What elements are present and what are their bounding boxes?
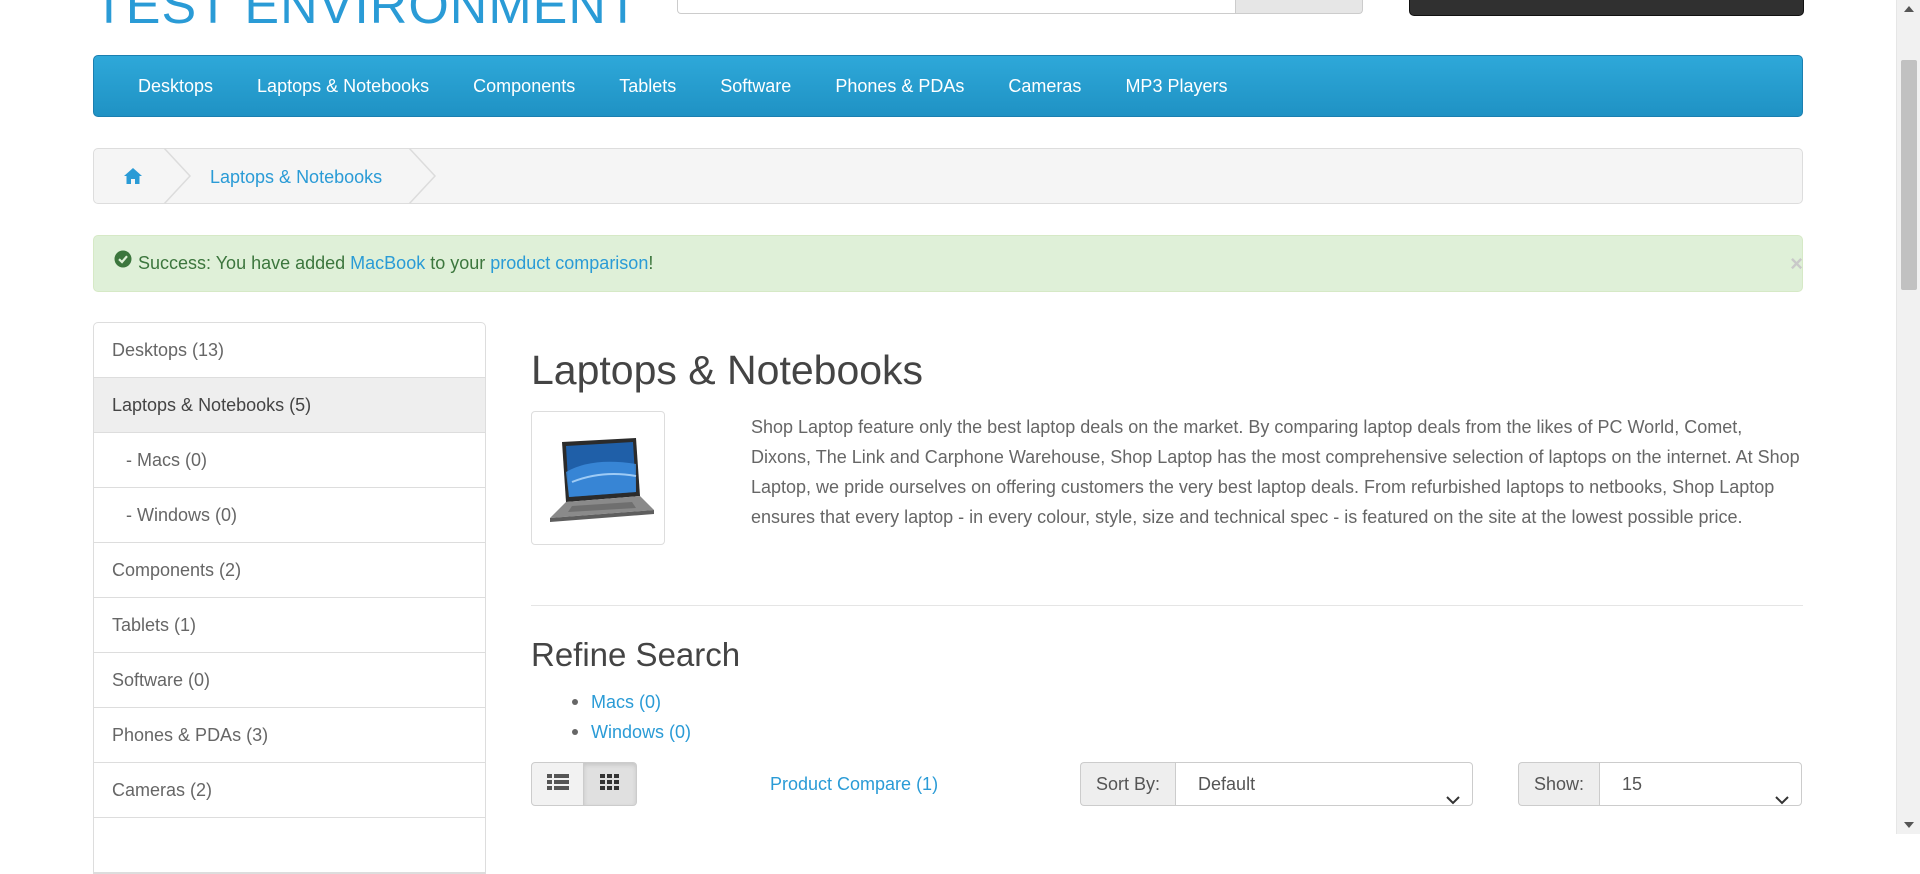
sort-control: Sort By: Default [1080, 762, 1474, 806]
refine-search-list: Macs (0) Windows (0) [555, 687, 691, 747]
show-label: Show: [1518, 762, 1600, 806]
search-input[interactable] [677, 0, 1237, 14]
nav-item-components[interactable]: Components [451, 55, 597, 117]
refine-item: Macs (0) [555, 687, 691, 717]
nav-item-software[interactable]: Software [698, 55, 813, 117]
search-bar [677, 0, 1363, 15]
chevron-down-icon [1446, 778, 1460, 820]
sidebar-item-next[interactable] [94, 818, 485, 873]
alert-comparison-link[interactable]: product comparison [490, 253, 648, 273]
grid-view-button[interactable] [584, 762, 637, 806]
scroll-up-icon[interactable] [1904, 6, 1914, 12]
nav-item-cameras[interactable]: Cameras [986, 55, 1103, 117]
show-select[interactable]: 15 [1599, 762, 1803, 806]
view-toggle [531, 762, 637, 806]
product-compare-link[interactable]: Product Compare (1) [770, 762, 938, 806]
alert-text-prefix: Success: You have added [138, 253, 351, 273]
alert-text-middle: to your [425, 253, 491, 273]
page-title: Laptops & Notebooks [531, 347, 924, 393]
sidebar-item-desktops[interactable]: Desktops (13) [94, 323, 485, 378]
alert-text-suffix: ! [648, 253, 654, 273]
divider [531, 605, 1803, 606]
store-logo[interactable]: TEST ENVIRONMENT [93, 0, 640, 36]
search-button[interactable] [1235, 0, 1363, 14]
sidebar-item-tablets[interactable]: Tablets (1) [94, 598, 485, 653]
grid-view-icon [600, 773, 620, 796]
alert-product-link[interactable]: MacBook [350, 253, 425, 273]
check-circle-icon [114, 235, 132, 290]
sidebar-item-software[interactable]: Software (0) [94, 653, 485, 708]
nav-item-mp3-players[interactable]: MP3 Players [1103, 55, 1249, 117]
nav-item-phones-pdas[interactable]: Phones & PDAs [813, 55, 986, 117]
sidebar-item-laptops-notebooks[interactable]: Laptops & Notebooks (5) [94, 378, 485, 433]
show-select-value: 15 [1622, 774, 1643, 794]
page-scrollbar[interactable] [1896, 0, 1920, 834]
main-nav: Desktops Laptops & Notebooks Components … [93, 55, 1803, 117]
sort-label: Sort By: [1080, 762, 1176, 806]
sidebar-item-windows[interactable]: - Windows (0) [94, 488, 485, 543]
show-control: Show: 15 [1518, 762, 1803, 806]
chevron-down-icon [1775, 778, 1789, 820]
sort-select[interactable]: Default [1175, 762, 1474, 806]
close-icon[interactable]: × [1790, 236, 1803, 291]
breadcrumb-item-laptops[interactable]: Laptops & Notebooks [210, 149, 382, 205]
nav-item-tablets[interactable]: Tablets [597, 55, 698, 117]
category-description: Shop Laptop feature only the best laptop… [751, 417, 1800, 527]
scroll-thumb[interactable] [1901, 60, 1917, 290]
refine-link-macs[interactable]: Macs (0) [591, 692, 661, 712]
sidebar-item-cameras[interactable]: Cameras (2) [94, 763, 485, 818]
nav-item-desktops[interactable]: Desktops [116, 55, 235, 117]
home-icon[interactable] [122, 165, 144, 187]
breadcrumb: Laptops & Notebooks [93, 148, 1803, 204]
list-view-icon [546, 773, 569, 796]
refine-search-title: Refine Search [531, 636, 741, 673]
sidebar-item-components[interactable]: Components (2) [94, 543, 485, 598]
sort-select-value: Default [1198, 774, 1256, 794]
category-image [531, 411, 665, 545]
refine-link-windows[interactable]: Windows (0) [591, 722, 691, 742]
sidebar-item-macs[interactable]: - Macs (0) [94, 433, 485, 488]
category-sidebar: Desktops (13) Laptops & Notebooks (5) - … [93, 322, 486, 874]
list-view-button[interactable] [531, 762, 584, 806]
nav-item-laptops-notebooks[interactable]: Laptops & Notebooks [235, 55, 451, 117]
refine-item: Windows (0) [555, 717, 691, 747]
scroll-down-icon[interactable] [1904, 822, 1914, 828]
sidebar-item-phones-pdas[interactable]: Phones & PDAs (3) [94, 708, 485, 763]
success-alert: Success: You have added MacBook to your … [93, 235, 1803, 292]
cart-button[interactable] [1409, 0, 1804, 16]
